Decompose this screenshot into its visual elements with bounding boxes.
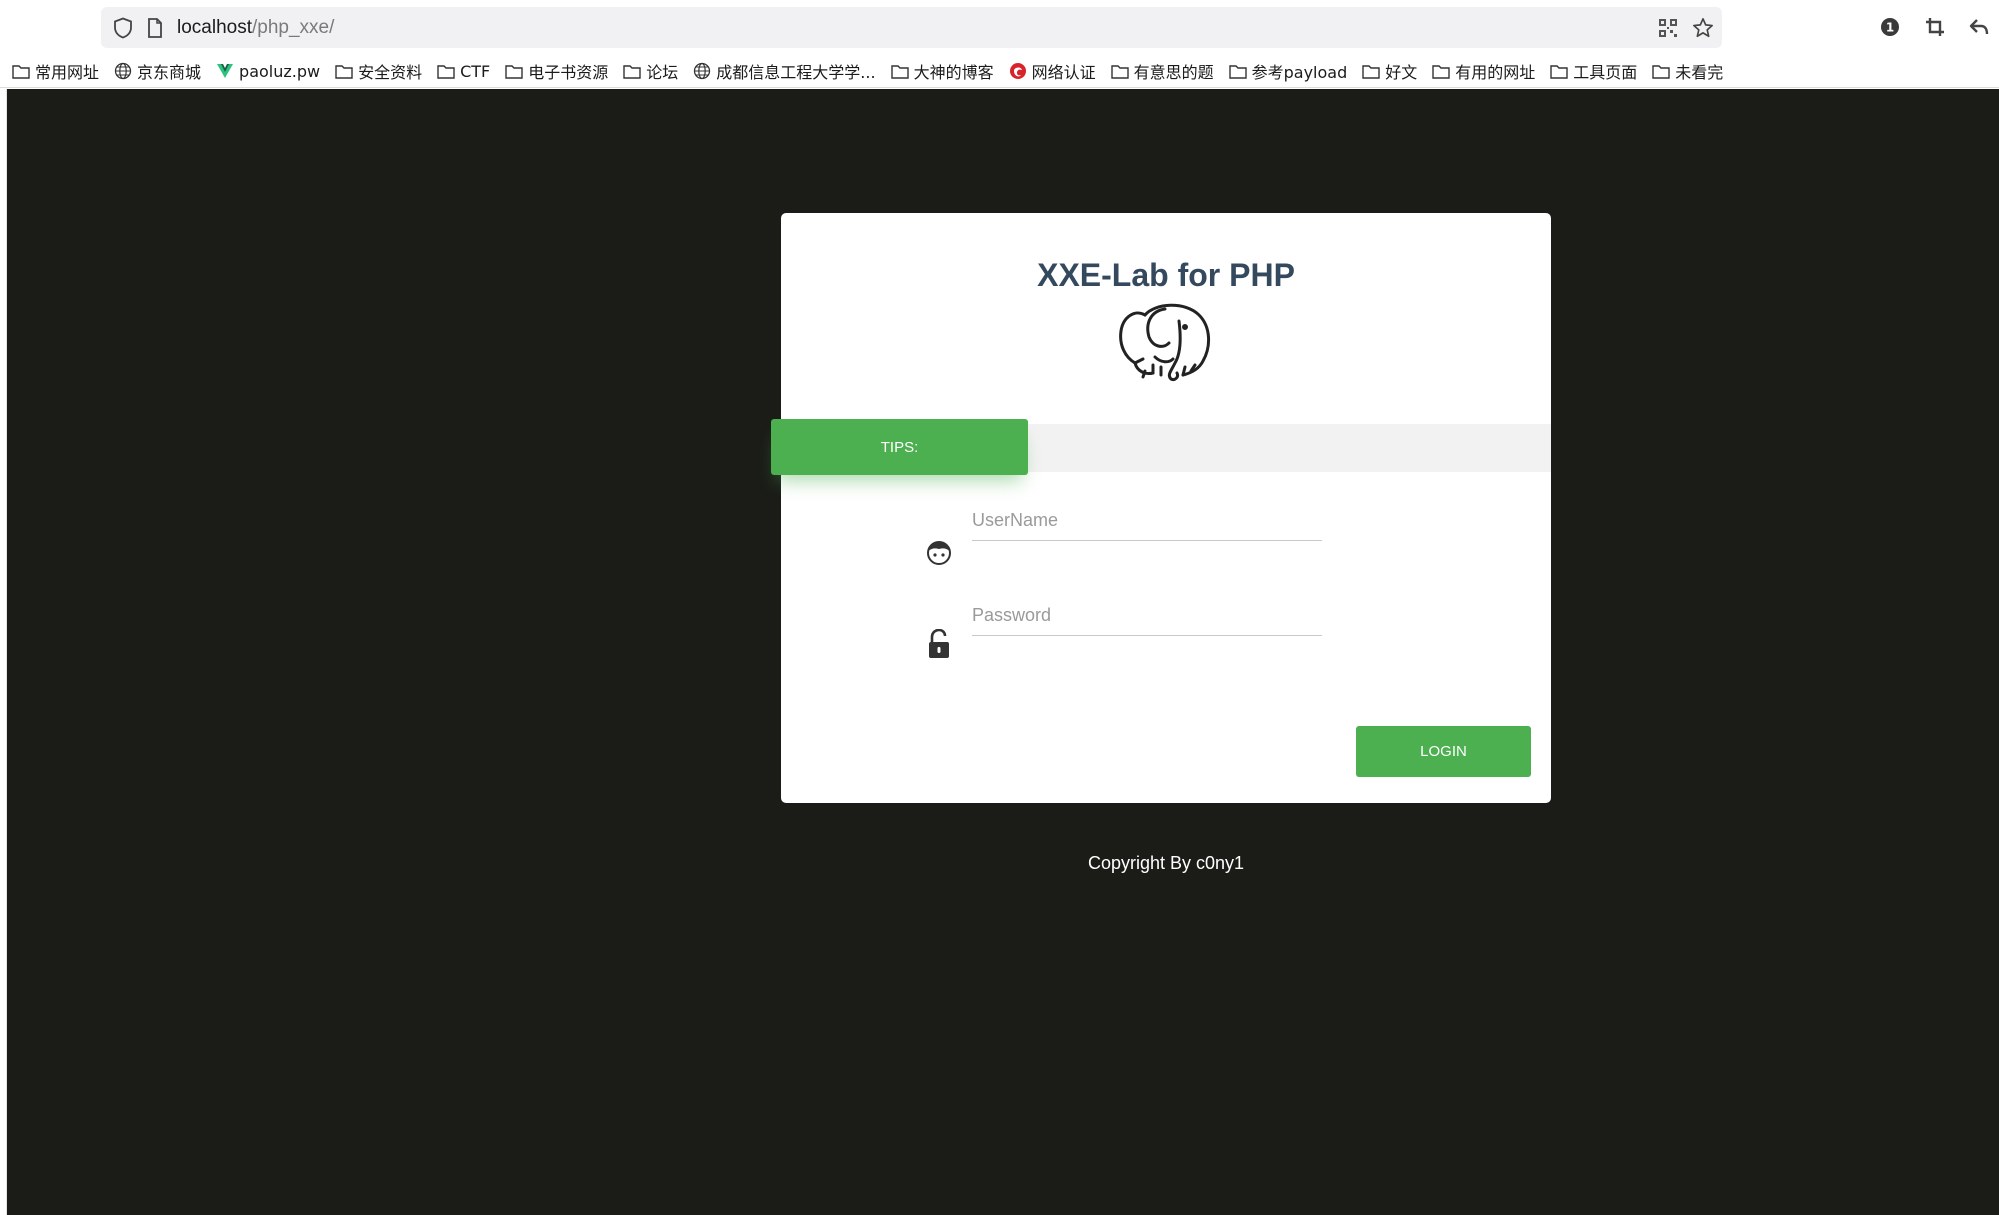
page-icon <box>143 7 167 48</box>
folder-icon <box>11 61 31 81</box>
bookmark-label: 电子书资源 <box>528 63 609 82</box>
login-button[interactable]: LOGIN <box>1356 726 1531 777</box>
shield-icon[interactable] <box>109 7 137 48</box>
bookmark-item[interactable]: 好文 <box>1361 55 1417 88</box>
bookmark-label: 有意思的题 <box>1133 63 1214 82</box>
folder-icon <box>334 61 354 81</box>
bookmark-item[interactable]: 参考payload <box>1228 55 1348 88</box>
bookmark-label: 论坛 <box>646 63 679 82</box>
bookmark-item[interactable]: 京东商城 <box>113 55 201 88</box>
crop-icon[interactable] <box>1918 10 1952 44</box>
bookmark-label: 安全资料 <box>358 63 423 82</box>
url-text[interactable]: localhost/php_xxe/ <box>177 7 334 48</box>
address-bar[interactable]: localhost/php_xxe/ <box>101 7 1722 48</box>
v-logo-icon <box>215 61 235 81</box>
face-icon <box>924 537 954 569</box>
folder-icon <box>1549 61 1569 81</box>
elephant-icon <box>1115 297 1215 387</box>
bookmark-item[interactable]: 论坛 <box>622 55 678 88</box>
bookmark-label: 未看完 <box>1675 63 1724 82</box>
folder-icon <box>1228 61 1248 81</box>
username-field[interactable] <box>972 501 1322 541</box>
bookmarks-bar: 常用网址 京东商城 paoluz.pw 安全资料 CTF 电子书资源 论坛 成都… <box>0 55 1999 88</box>
sidebar-edge <box>0 89 7 1215</box>
bookmark-label: 网络认证 <box>1031 63 1096 82</box>
bookmark-item[interactable]: 工具页面 <box>1549 55 1637 88</box>
tips-button[interactable]: TIPS: <box>771 419 1028 475</box>
bookmark-label: paoluz.pw <box>239 61 321 81</box>
bookmark-label: 工具页面 <box>1573 63 1638 82</box>
bookmark-label: 有用的网址 <box>1455 63 1536 82</box>
bookmark-item[interactable]: 有用的网址 <box>1431 55 1535 88</box>
qr-code-icon[interactable] <box>1653 7 1683 48</box>
bookmark-item[interactable]: 有意思的题 <box>1110 55 1214 88</box>
red-logo-icon <box>1008 61 1028 81</box>
bookmark-label: 大神的博客 <box>913 63 994 82</box>
bookmark-label: 常用网址 <box>35 63 100 82</box>
bookmark-label: 好文 <box>1385 63 1418 82</box>
login-card: XXE-Lab for PHP LOGIN <box>781 213 1551 803</box>
browser-toolbar: localhost/php_xxe/ 1 <box>0 0 1999 55</box>
page-title: XXE-Lab for PHP <box>1037 257 1295 293</box>
bookmark-item[interactable]: 安全资料 <box>334 55 422 88</box>
folder-icon <box>1361 61 1381 81</box>
bookmark-item[interactable]: 电子书资源 <box>504 55 608 88</box>
folder-icon <box>1431 61 1451 81</box>
bookmark-item[interactable]: 未看完 <box>1651 55 1723 88</box>
folder-icon <box>436 61 456 81</box>
bookmark-label: 成都信息工程大学学... <box>716 63 876 82</box>
bookmark-item[interactable]: 网络认证 <box>1008 55 1096 88</box>
bookmark-item[interactable]: CTF <box>436 55 490 88</box>
folder-icon <box>1110 61 1130 81</box>
bookmark-item[interactable]: 常用网址 <box>11 55 99 88</box>
globe-icon <box>113 61 133 81</box>
bookmark-label: CTF <box>460 61 491 81</box>
extension-badge-icon[interactable]: 1 <box>1873 10 1907 44</box>
url-host: localhost <box>177 17 252 38</box>
extension-badge-count: 1 <box>1886 21 1894 35</box>
bookmark-item[interactable]: 大神的博客 <box>890 55 994 88</box>
bookmark-label: 京东商城 <box>137 63 202 82</box>
lock-icon <box>924 628 954 660</box>
url-path: /php_xxe/ <box>252 17 335 38</box>
bookmark-label: 参考payload <box>1251 63 1348 82</box>
star-icon[interactable] <box>1688 7 1718 48</box>
globe-icon <box>692 61 712 81</box>
copyright-text: Copyright By c0ny1 <box>1087 853 1245 873</box>
folder-icon <box>504 61 524 81</box>
password-field[interactable] <box>972 596 1322 636</box>
bookmark-item[interactable]: 成都信息工程大学学... <box>692 55 876 88</box>
bookmark-item[interactable]: paoluz.pw <box>215 55 320 88</box>
folder-icon <box>622 61 642 81</box>
folder-icon <box>890 61 910 81</box>
back-arrow-icon[interactable] <box>1962 10 1996 44</box>
folder-icon <box>1651 61 1671 81</box>
